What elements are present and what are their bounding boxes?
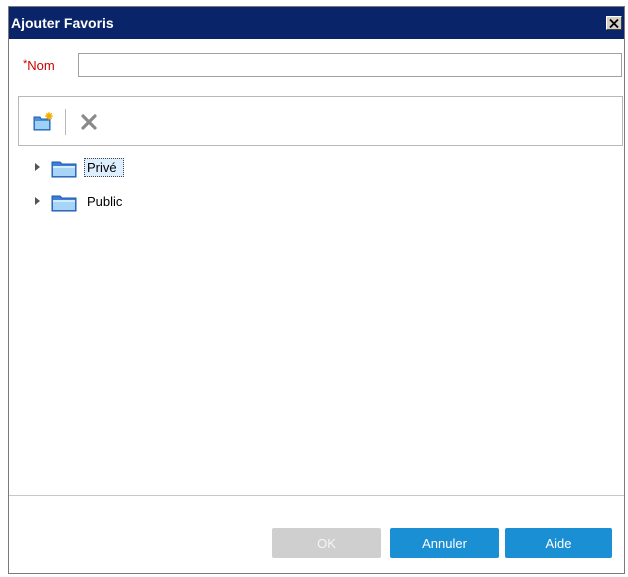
toolbar-separator xyxy=(65,109,66,135)
folder-icon xyxy=(51,161,77,178)
ok-button[interactable]: OK xyxy=(272,528,381,558)
folder-tree: Privé Public xyxy=(29,151,614,219)
name-label: *Nom xyxy=(23,58,55,73)
close-button[interactable] xyxy=(606,16,622,30)
delete-button[interactable] xyxy=(76,110,102,134)
name-label-text: Nom xyxy=(27,58,55,73)
toolbar xyxy=(18,96,623,146)
tree-item-label[interactable]: Public xyxy=(84,192,125,211)
folder-icon xyxy=(51,195,77,212)
help-button[interactable]: Aide xyxy=(505,528,612,558)
dialog-title: Ajouter Favoris xyxy=(11,15,114,31)
new-folder-icon xyxy=(33,112,53,131)
tree-item-public[interactable]: Public xyxy=(29,185,614,219)
tree-item-prive[interactable]: Privé xyxy=(29,151,614,185)
title-bar[interactable]: Ajouter Favoris xyxy=(9,7,624,39)
close-icon xyxy=(609,18,619,28)
new-folder-button[interactable] xyxy=(30,110,56,134)
delete-icon xyxy=(81,114,97,130)
expand-arrow-icon[interactable] xyxy=(35,163,40,171)
name-input[interactable] xyxy=(78,53,622,77)
cancel-button[interactable]: Annuler xyxy=(390,528,499,558)
add-favorites-dialog: Ajouter Favoris *Nom Privé Public OK Ann… xyxy=(8,6,625,574)
footer-separator xyxy=(9,495,624,496)
name-row: *Nom xyxy=(9,51,624,81)
tree-item-label[interactable]: Privé xyxy=(84,158,124,177)
expand-arrow-icon[interactable] xyxy=(35,197,40,205)
